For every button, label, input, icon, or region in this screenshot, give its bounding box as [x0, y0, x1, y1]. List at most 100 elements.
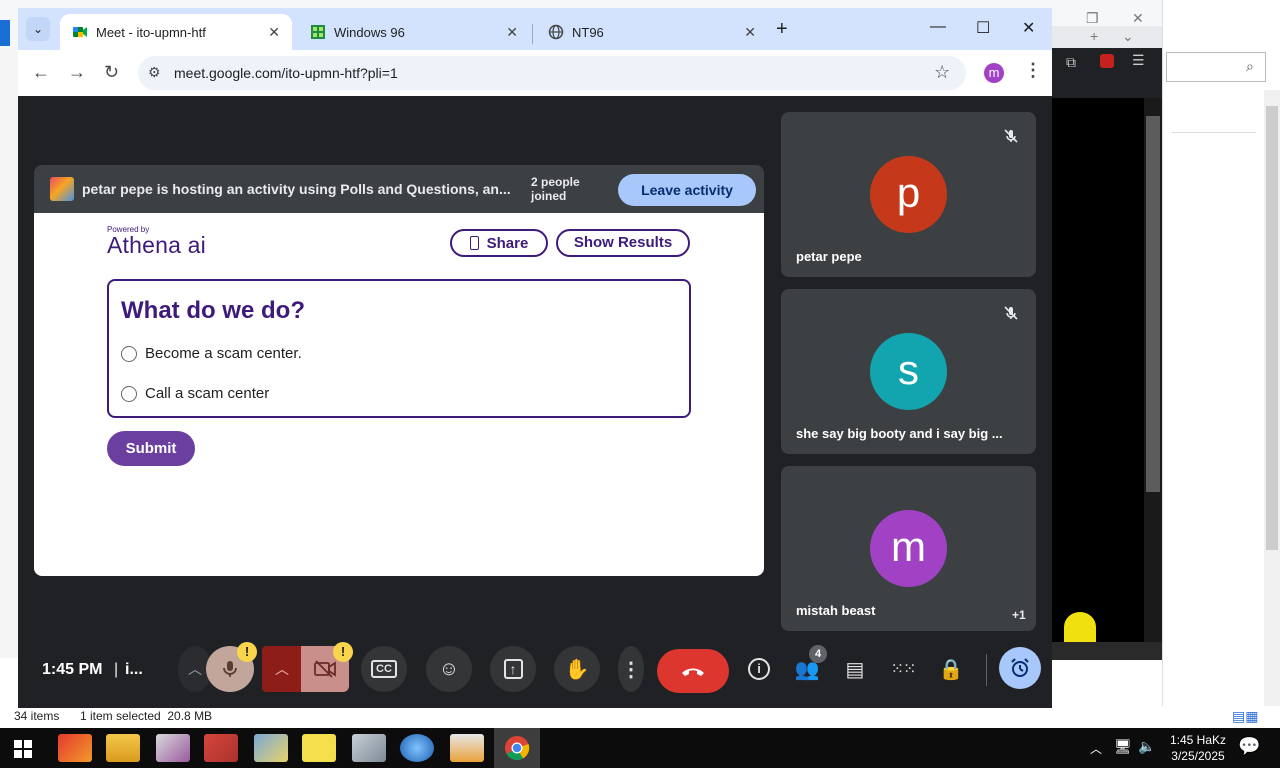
- athena-logo-text: Athena ai: [107, 232, 206, 258]
- more-vertical-icon: ⋮: [621, 658, 641, 681]
- taskbar-app-icon[interactable]: [400, 734, 434, 762]
- paint-icon[interactable]: [254, 734, 288, 762]
- system-clock[interactable]: 1:45 HaKz 3/25/2025: [1168, 732, 1228, 764]
- ublock-icon[interactable]: [1100, 54, 1114, 68]
- submit-button[interactable]: Submit: [107, 431, 195, 466]
- tab-windows96[interactable]: Windows 96 ✕: [298, 14, 530, 50]
- volume-muted-icon[interactable]: 🔈: [1138, 738, 1155, 755]
- java-icon[interactable]: [450, 734, 484, 762]
- profile-avatar[interactable]: m: [984, 63, 1004, 83]
- item-count: 34 items: [14, 709, 60, 723]
- lock-person-icon: 🔒: [938, 658, 964, 681]
- explorer-status-bar: 34 items 1 item selected 20.8 MB ▤▦: [0, 706, 1280, 728]
- browser-toolbar: ← → ↻ ⚙ meet.google.com/ito-upmn-htf?pli…: [18, 50, 1052, 96]
- activity-banner: petar pepe is hosting an activity using …: [34, 165, 764, 213]
- taskbar-app-icon[interactable]: [58, 734, 92, 762]
- url-text[interactable]: meet.google.com/ito-upmn-htf?pli=1: [174, 65, 398, 81]
- show-results-button[interactable]: Show Results: [556, 229, 690, 257]
- bookmark-star-icon[interactable]: ☆: [934, 62, 950, 83]
- reactions-button[interactable]: ☺: [426, 646, 472, 692]
- radio-button[interactable]: [121, 345, 137, 362]
- participant-tile[interactable]: p petar pepe: [781, 112, 1036, 277]
- forward-icon[interactable]: →: [68, 62, 86, 83]
- leave-activity-button[interactable]: Leave activity: [618, 174, 756, 206]
- avatar: p: [870, 156, 947, 233]
- back-icon[interactable]: ←: [32, 62, 50, 83]
- timer-button[interactable]: [999, 647, 1041, 689]
- tab-label: NT96: [572, 24, 604, 40]
- windows96-icon: [310, 24, 326, 40]
- raise-hand-button[interactable]: ✋: [554, 646, 600, 692]
- new-tab-icon[interactable]: +: [776, 18, 788, 41]
- plus-icon[interactable]: +: [1090, 28, 1098, 44]
- selection-info: 1 item selected 20.8 MB: [80, 709, 213, 723]
- end-call-button[interactable]: [657, 649, 729, 693]
- more-options-button[interactable]: ⋮: [618, 646, 644, 692]
- taskbar-app-icon[interactable]: [204, 734, 238, 762]
- option-label: Call a scam center: [145, 385, 270, 402]
- coin-image: [1064, 612, 1096, 642]
- host-controls-button[interactable]: 🔒: [928, 646, 974, 692]
- participant-tile[interactable]: s she say big booty and i say big ...: [781, 289, 1036, 454]
- dark-window-scroll-thumb[interactable]: [1146, 116, 1160, 492]
- background-browser-tabstrip: + ⌄: [1052, 26, 1164, 50]
- tab-label: Windows 96: [334, 24, 405, 40]
- file-explorer-icon[interactable]: [106, 734, 140, 762]
- answer-option[interactable]: Become a scam center.: [121, 345, 302, 362]
- present-screen-icon: ↑: [503, 659, 523, 679]
- present-button[interactable]: ↑: [490, 646, 536, 692]
- notifications-icon[interactable]: 💬: [1238, 736, 1260, 757]
- activities-button[interactable]: ⁙⁙: [880, 646, 926, 692]
- taskbar-app-icon[interactable]: [352, 734, 386, 762]
- close-tab-icon[interactable]: ✕: [744, 24, 756, 41]
- maximize-icon[interactable]: ☐: [976, 18, 990, 38]
- network-icon[interactable]: 🖥: [1114, 738, 1132, 755]
- chat-button[interactable]: ▤: [832, 646, 878, 692]
- close-icon[interactable]: ✕: [1132, 10, 1144, 27]
- participant-name: petar pepe: [796, 249, 862, 264]
- captions-button[interactable]: CC: [361, 646, 407, 692]
- alarm-clock-icon: [1011, 658, 1029, 677]
- close-window-icon[interactable]: ✕: [1022, 18, 1035, 38]
- video-options-button[interactable]: ︿: [262, 646, 302, 692]
- clock-time: 1:45 HaKz: [1169, 733, 1227, 747]
- close-tab-icon[interactable]: ✕: [268, 24, 280, 41]
- tray-overflow-icon[interactable]: ︿: [1090, 740, 1102, 757]
- tab-meet[interactable]: Meet - ito-upmn-htf ✕: [60, 14, 292, 50]
- participant-tile[interactable]: m mistah beast +1: [781, 466, 1036, 631]
- address-bar[interactable]: ⚙ meet.google.com/ito-upmn-htf?pli=1 ☆: [138, 56, 966, 90]
- mic-off-icon: [1003, 305, 1019, 321]
- background-window-accent: [0, 20, 10, 46]
- answer-option[interactable]: Call a scam center: [121, 385, 269, 402]
- share-button[interactable]: Share: [450, 229, 548, 257]
- activity-host-text: petar pepe is hosting an activity using …: [82, 181, 511, 197]
- reload-icon[interactable]: ↻: [104, 62, 119, 83]
- view-toggle-icon[interactable]: ▤▦: [1232, 708, 1258, 725]
- menu-icon[interactable]: ☰: [1132, 52, 1145, 69]
- emoji-icon: ☺: [438, 657, 460, 680]
- background-left-strip: [0, 48, 18, 658]
- more-menu-icon[interactable]: ⋮: [1024, 60, 1042, 81]
- spongebob-icon[interactable]: [302, 734, 336, 762]
- more-participants-count[interactable]: +1: [1012, 608, 1026, 622]
- windows-start-icon[interactable]: [14, 740, 32, 758]
- chevron-down-icon[interactable]: ⌄: [1122, 28, 1134, 45]
- close-tab-icon[interactable]: ✕: [506, 24, 518, 41]
- poll-panel: Powered by Athena ai Share Show Results …: [34, 213, 764, 576]
- restore-icon[interactable]: ❐: [1086, 10, 1099, 27]
- explorer-scroll-thumb[interactable]: [1266, 106, 1278, 550]
- minimize-icon[interactable]: —: [930, 18, 946, 36]
- tab-search-button[interactable]: ⌄: [26, 17, 50, 41]
- mic-off-icon: [1003, 128, 1019, 144]
- chrome-taskbar-button[interactable]: [494, 728, 540, 768]
- extensions-icon[interactable]: ⧉: [1066, 54, 1076, 71]
- tab-nt96[interactable]: NT96 ✕: [536, 14, 768, 50]
- browser-window: ⌄ Meet - ito-upmn-htf ✕ Windows 96 ✕ NT9…: [18, 8, 1052, 708]
- meeting-details-button[interactable]: i: [736, 646, 782, 692]
- info-icon: i: [748, 658, 770, 680]
- radio-button[interactable]: [121, 385, 137, 402]
- taskbar-app-icon[interactable]: [156, 734, 190, 762]
- site-info-icon[interactable]: ⚙: [148, 64, 161, 81]
- meeting-code: i...: [125, 661, 143, 678]
- meet-stage: petar pepe is hosting an activity using …: [18, 96, 1052, 708]
